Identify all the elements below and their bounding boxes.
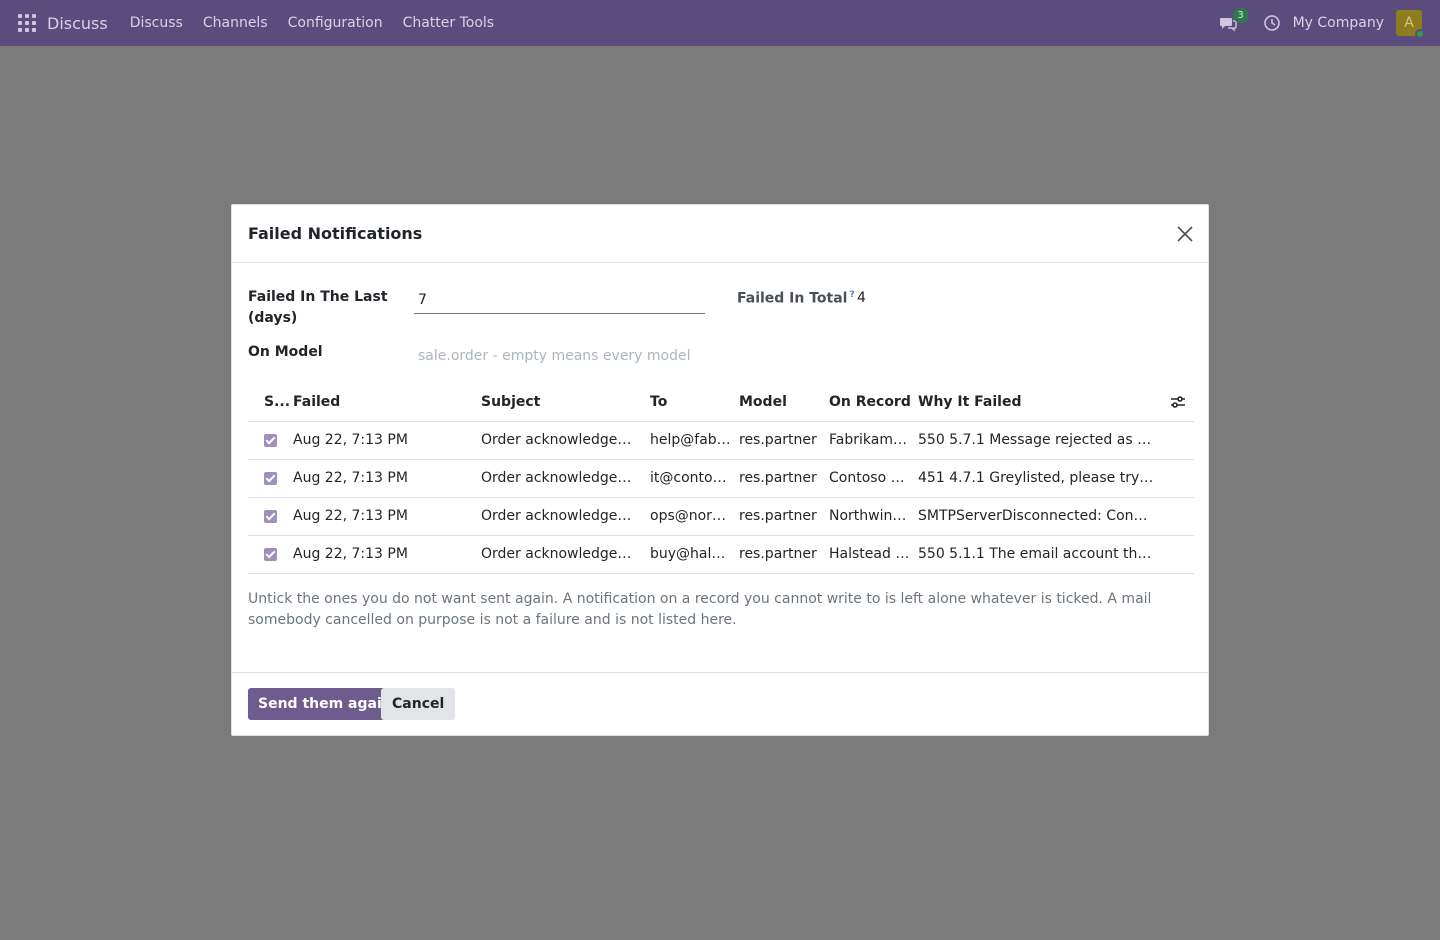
send-checkbox[interactable] [264,547,277,561]
subject-cell: Order acknowledgement [481,535,650,574]
send-checkbox[interactable] [264,509,277,523]
failed-cell: Aug 22, 7:13 PM [293,535,481,574]
menu-chatter-tools[interactable]: Chatter Tools [393,15,505,31]
reason-cell: 550 5.7.1 Message rejected as spam [918,421,1164,460]
to-cell: buy@halstead.com [650,535,739,574]
record-cell: Halstead Supply [829,535,918,574]
dialog-header: Failed Notifications [232,205,1208,263]
column-to[interactable]: To [650,383,739,422]
failed-total-label-text: Failed In Total [737,290,848,307]
column-why-failed[interactable]: Why It Failed [918,383,1164,422]
send-cell [248,535,293,574]
failed-notifications-dialog: Failed Notifications Failed In The Last … [231,204,1209,736]
failed-total-label: Failed In Total? [737,290,855,307]
online-status-dot [1415,29,1425,39]
table-row[interactable]: Aug 22, 7:13 PM Order acknowledgement he… [248,421,1194,460]
days-label-line2: (days) [248,310,298,326]
column-on-record[interactable]: On Record [829,383,918,422]
send-cell [248,421,293,460]
menu-discuss[interactable]: Discuss [120,15,193,31]
dialog-title: Failed Notifications [248,224,423,243]
apps-grid-icon[interactable] [18,14,36,32]
notifications-table: S... Failed Subject To Model On Record W… [248,383,1194,574]
app-brand[interactable]: Discuss [47,14,108,33]
reason-cell: SMTPServerDisconnected: Connection unexp… [918,497,1164,536]
model-label: On Model [248,344,323,360]
optional-columns-icon[interactable] [1170,394,1186,410]
send-checkbox[interactable] [264,471,277,485]
model-cell: res.partner [739,535,829,574]
model-cell: res.partner [739,459,829,498]
avatar-initial: A [1404,15,1414,31]
reason-cell: 451 4.7.1 Greylisted, please try again l… [918,459,1164,498]
menu-configuration[interactable]: Configuration [278,15,393,31]
table-row[interactable]: Aug 22, 7:13 PM Order acknowledgement op… [248,497,1194,536]
column-send[interactable]: S... [248,383,293,422]
column-subject[interactable]: Subject [481,383,650,422]
subject-cell: Order acknowledgement [481,421,650,460]
send-checkbox[interactable] [264,433,277,447]
failed-total-value: 4 [857,290,866,306]
days-input[interactable] [414,287,705,314]
empty-cell [1164,459,1194,498]
record-cell: Contoso Ltd [829,459,918,498]
table-header-row: S... Failed Subject To Model On Record W… [248,383,1194,422]
record-cell: Fabrikam Inc [829,421,918,460]
model-cell: res.partner [739,497,829,536]
send-again-button[interactable]: Send them again [248,688,402,720]
table-row[interactable]: Aug 22, 7:13 PM Order acknowledgement it… [248,459,1194,498]
dialog-footer: Send them again Cancel [232,672,1208,736]
navbar-systray: 3 My Company A [1219,0,1440,46]
company-switcher[interactable]: My Company [1293,15,1384,31]
record-cell: Northwind Traders [829,497,918,536]
help-tooltip-icon[interactable]: ? [849,290,854,300]
send-cell [248,459,293,498]
empty-cell [1164,535,1194,574]
cancel-button[interactable]: Cancel [381,688,456,720]
menu-channels[interactable]: Channels [193,15,278,31]
subject-cell: Order acknowledgement [481,497,650,536]
send-cell [248,497,293,536]
model-input[interactable] [414,345,834,367]
empty-cell [1164,421,1194,460]
help-note: Untick the ones you do not want sent aga… [248,591,1152,628]
days-label-line1: Failed In The Last [248,289,388,305]
user-avatar[interactable]: A [1396,10,1425,39]
to-cell: ops@northwind.com [650,497,739,536]
to-cell: help@fabrikam.com [650,421,739,460]
reason-cell: 550 5.1.1 The email account that you tri… [918,535,1164,574]
top-navbar: Discuss Discuss Channels Configuration C… [0,0,1440,46]
to-cell: it@contoso.com [650,459,739,498]
failed-cell: Aug 22, 7:13 PM [293,421,481,460]
subject-cell: Order acknowledgement [481,459,650,498]
column-model[interactable]: Model [739,383,829,422]
days-label: Failed In The Last (days) [248,287,388,329]
close-icon[interactable] [1176,225,1194,243]
messages-icon[interactable]: 3 [1219,8,1249,34]
table-row[interactable]: Aug 22, 7:13 PM Order acknowledgement bu… [248,535,1194,574]
empty-cell [1164,497,1194,536]
messages-count-badge: 3 [1232,8,1249,23]
column-failed[interactable]: Failed [293,383,481,422]
column-settings [1164,383,1194,422]
failed-cell: Aug 22, 7:13 PM [293,459,481,498]
activity-clock-icon[interactable] [1263,14,1281,32]
failed-cell: Aug 22, 7:13 PM [293,497,481,536]
model-cell: res.partner [739,421,829,460]
